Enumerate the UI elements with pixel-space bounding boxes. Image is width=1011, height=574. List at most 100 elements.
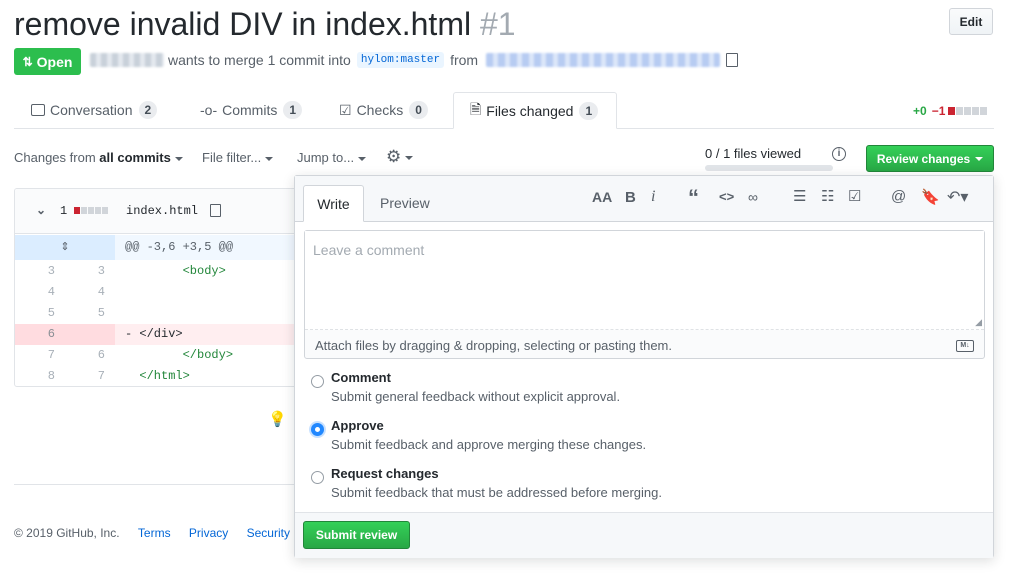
file-name[interactable]: index.html xyxy=(126,204,198,218)
edit-button[interactable]: Edit xyxy=(949,8,993,35)
markdown-icon[interactable]: M↓ xyxy=(956,340,974,352)
old-line-number[interactable]: 5 xyxy=(15,303,55,324)
files-viewed: 0 / 1 files viewed xyxy=(705,146,833,171)
old-line-number[interactable]: 3 xyxy=(15,261,55,282)
comment-textarea[interactable]: Leave a comment ◢ xyxy=(305,231,984,330)
footer-link-privacy[interactable]: Privacy xyxy=(189,526,228,540)
tab-write-label: Write xyxy=(317,195,350,212)
reply-icon[interactable]: ↶▾ xyxy=(947,187,968,207)
attach-files-text[interactable]: Attach files by dragging & dropping, sel… xyxy=(315,338,672,353)
copy-path-icon[interactable] xyxy=(210,204,221,217)
quote-icon[interactable]: “ xyxy=(688,185,699,211)
code-line: </html> xyxy=(125,369,190,383)
tab-conversation[interactable]: Conversation 2 xyxy=(31,92,158,128)
pr-state-badge: ⇅ Open xyxy=(14,48,81,75)
radio-request-changes[interactable] xyxy=(311,471,324,484)
new-line-number[interactable]: 3 xyxy=(65,261,105,282)
lightbulb-icon: 💡 xyxy=(268,411,287,428)
chevron-down-icon xyxy=(405,155,414,160)
changes-from-dropdown[interactable]: Changes from all commits xyxy=(14,150,183,165)
changes-from-value: all commits xyxy=(99,150,171,165)
info-icon[interactable]: i xyxy=(832,147,846,161)
tab-label: Files changed xyxy=(486,102,574,119)
file-filter-dropdown[interactable]: File filter... xyxy=(202,150,274,165)
files-viewed-label: 0 / 1 files viewed xyxy=(705,146,802,161)
tab-write[interactable]: Write xyxy=(303,185,364,222)
chevron-down-icon xyxy=(265,156,274,161)
new-line-number[interactable]: 5 xyxy=(65,303,105,324)
changes-from-prefix: Changes from xyxy=(14,150,96,165)
tab-commits[interactable]: -o- Commits 1 xyxy=(200,92,303,128)
new-line-number[interactable]: 7 xyxy=(65,366,105,387)
unfold-icon[interactable]: ⇕ xyxy=(15,235,115,260)
comment-field[interactable]: Leave a comment ◢ Attach files by draggi… xyxy=(304,230,985,359)
tab-files-changed[interactable]: 🗎 Files changed 1 xyxy=(453,92,617,129)
chevron-down-icon xyxy=(358,156,367,161)
commit-icon: -o- xyxy=(200,102,218,118)
italic-icon[interactable]: i xyxy=(651,188,655,206)
chevron-down-icon xyxy=(975,156,984,161)
diffstat-bar xyxy=(948,107,988,115)
diff-line: 5 5 xyxy=(15,303,295,324)
new-line-number[interactable]: 4 xyxy=(65,282,105,303)
gear-icon: ⚙ xyxy=(386,147,402,166)
chevron-down-icon xyxy=(174,156,183,161)
hunk-header: @@ -3,6 +3,5 @@ xyxy=(125,240,234,254)
pr-title: remove invalid DIV in index.html #1 xyxy=(14,4,516,44)
old-line-number[interactable]: 6 xyxy=(15,324,55,345)
review-changes-button[interactable]: Review changes xyxy=(866,145,994,172)
diff-settings-dropdown[interactable]: ⚙ xyxy=(386,147,414,167)
files-viewed-progress xyxy=(705,165,833,171)
pr-state-label: Open xyxy=(36,53,73,70)
pr-title-text: remove invalid DIV in index.html xyxy=(14,6,472,42)
code-icon[interactable]: <> xyxy=(719,189,734,204)
comment-icon xyxy=(31,104,45,116)
link-icon[interactable]: ∞ xyxy=(748,189,758,205)
chevron-down-icon[interactable]: ⌄ xyxy=(36,203,46,217)
diffstat: +0 −1 xyxy=(913,104,988,118)
resize-handle-icon[interactable]: ◢ xyxy=(975,317,982,328)
tab-counter: 1 xyxy=(283,101,303,119)
code-line: <body> xyxy=(125,264,226,278)
bold-icon[interactable]: B xyxy=(625,189,636,206)
diff-line-removed: 6 - </div> xyxy=(15,324,295,345)
file-diff-icon: 🗎 xyxy=(470,100,482,117)
tab-checks[interactable]: ☑ Checks 0 xyxy=(339,92,428,128)
diff-line: 4 4 xyxy=(15,282,295,303)
code-line: - </div> xyxy=(125,327,183,341)
tab-counter: 2 xyxy=(138,101,158,119)
footer: © 2019 GitHub, Inc. Terms Privacy Securi… xyxy=(14,526,290,540)
old-line-number[interactable]: 8 xyxy=(15,366,55,387)
radio-comment[interactable] xyxy=(311,375,324,388)
old-line-number[interactable]: 4 xyxy=(15,282,55,303)
new-line-number[interactable]: 6 xyxy=(65,345,105,366)
footer-link-security[interactable]: Security xyxy=(247,526,290,540)
tab-counter: 1 xyxy=(579,101,599,120)
option-desc: Submit feedback and approve merging thes… xyxy=(331,437,647,452)
ordered-list-icon[interactable]: ☷ xyxy=(821,187,834,205)
tab-label: Conversation xyxy=(50,102,133,118)
review-popover: Write Preview AA B i “ <> ∞ ☰ ☷ ☑ @ 🔖 ↶▾… xyxy=(294,175,994,558)
merge-text: wants to merge 1 commit into xyxy=(168,52,351,68)
mention-icon[interactable]: @ xyxy=(891,188,906,205)
jump-to-dropdown[interactable]: Jump to... xyxy=(297,150,367,165)
text-size-icon[interactable]: AA xyxy=(592,189,612,205)
copy-icon[interactable] xyxy=(726,53,739,67)
unordered-list-icon[interactable]: ☰ xyxy=(793,187,806,205)
base-branch[interactable]: hylom:master xyxy=(356,52,445,68)
radio-approve[interactable] xyxy=(311,423,324,436)
file-filter-label: File filter... xyxy=(202,150,262,165)
submit-review-button[interactable]: Submit review xyxy=(303,521,410,549)
hunk-header-row: ⇕ @@ -3,6 +3,5 @@ xyxy=(15,235,295,260)
old-line-number[interactable]: 7 xyxy=(15,345,55,366)
bookmark-icon[interactable]: 🔖 xyxy=(921,188,940,206)
option-desc: Submit feedback that must be addressed b… xyxy=(331,485,662,500)
file-diffstat-bar xyxy=(74,207,108,214)
file-header: ⌄ 1 index.html xyxy=(15,189,303,234)
task-list-icon[interactable]: ☑ xyxy=(848,187,861,205)
code-line: </body> xyxy=(125,348,234,362)
footer-divider xyxy=(14,484,299,485)
footer-link-terms[interactable]: Terms xyxy=(138,526,171,540)
diffstat-removed: −1 xyxy=(931,104,946,118)
tab-preview[interactable]: Preview xyxy=(380,195,430,211)
